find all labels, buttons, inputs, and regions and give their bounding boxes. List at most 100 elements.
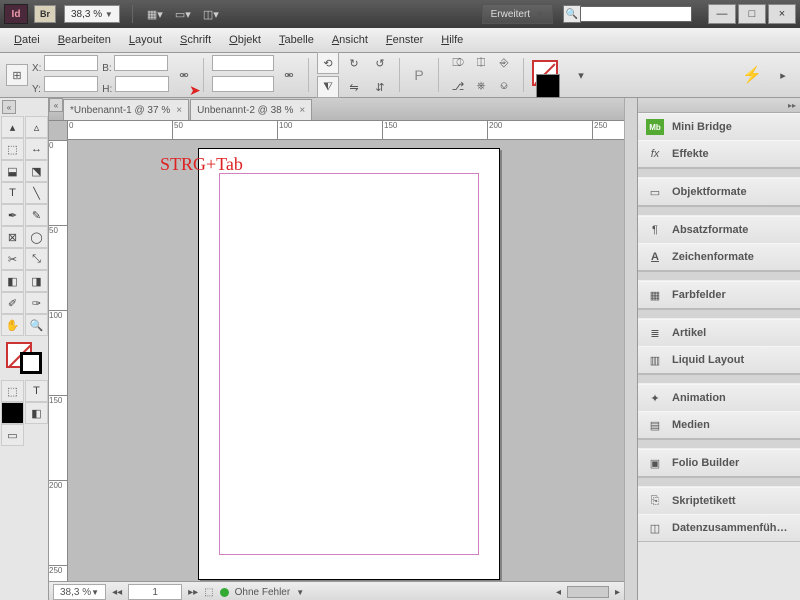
canvas[interactable]: STRG+Tab — [68, 140, 624, 581]
content-placer-tool[interactable]: ⬔ — [25, 160, 48, 182]
menu-hilfe[interactable]: Hilfe — [433, 31, 471, 49]
status-zoom[interactable]: 38,3 % ▼ — [53, 584, 106, 600]
ellipse-tool[interactable]: ◯ — [25, 226, 48, 248]
horizontal-ruler[interactable]: 0 50 100 150 200 250 — [67, 121, 624, 140]
doc-tab-2[interactable]: ➤Unbenannt-2 @ 38 %× — [190, 99, 312, 120]
flip-h-icon[interactable]: ⇋ — [343, 76, 365, 98]
rotate-input[interactable]: ⟲ — [317, 52, 339, 74]
formatting-container-icon[interactable]: ⬚ — [1, 380, 24, 402]
h-input[interactable] — [115, 76, 169, 92]
fill-stroke-swatch[interactable] — [4, 340, 44, 376]
vertical-ruler[interactable]: 0 50 100 150 200 250 — [49, 140, 68, 581]
panel-medien[interactable]: ▤Medien — [638, 411, 800, 438]
h-scrollbar[interactable] — [567, 586, 609, 598]
menu-bearbeiten[interactable]: Bearbeiten — [50, 31, 119, 49]
rotate-ccw-icon[interactable]: ↺ — [369, 52, 391, 74]
scale-x-input[interactable] — [212, 55, 274, 71]
bridge-badge[interactable]: Br — [34, 5, 56, 23]
panel-absatzformate[interactable]: ¶Absatzformate — [638, 216, 800, 243]
apply-gradient-icon[interactable]: ◧ — [25, 402, 48, 424]
type-tool[interactable]: T — [1, 182, 24, 204]
maximize-button[interactable]: □ — [738, 4, 766, 24]
scale-y-input[interactable] — [212, 76, 274, 92]
select-container-icon[interactable]: P — [408, 64, 430, 86]
x-input[interactable] — [44, 55, 98, 71]
open-spread-icon[interactable]: ⬚ — [204, 587, 213, 598]
page-next-icon[interactable]: ▸▸ — [188, 587, 198, 598]
toolbox-collapse-icon[interactable]: « — [2, 100, 16, 114]
swatch-chevron-icon[interactable]: ▾ — [570, 64, 592, 86]
dock-header[interactable]: ▸▸ — [638, 98, 800, 113]
rectangle-frame-tool[interactable]: ⊠ — [1, 226, 24, 248]
panel-liquid-layout[interactable]: ▥Liquid Layout — [638, 346, 800, 373]
quick-apply-icon[interactable]: ⚡ — [742, 65, 762, 85]
align-icon[interactable]: ⎄ — [447, 53, 469, 75]
dock-collapse-icon[interactable]: « — [49, 98, 63, 112]
shear-input[interactable]: ⧨ — [317, 76, 339, 98]
scroll-left-icon[interactable]: ◂ — [556, 587, 561, 598]
doc-tab-1[interactable]: *Unbenannt-1 @ 37 %× — [63, 99, 189, 120]
formatting-text-icon[interactable]: T — [25, 380, 48, 402]
panel-objektformate[interactable]: ▭Objektformate — [638, 178, 800, 205]
chevron-down-icon[interactable]: ▼ — [296, 588, 304, 597]
panel-artikel[interactable]: ≣Artikel — [638, 319, 800, 346]
gradient-swatch-tool[interactable]: ◧ — [1, 270, 24, 292]
content-collector-tool[interactable]: ⬓ — [1, 160, 24, 182]
arrange-docs-icon[interactable]: ◫▾ — [199, 5, 223, 23]
close-tab-icon[interactable]: × — [299, 105, 305, 116]
note-tool[interactable]: ✐ — [1, 292, 24, 314]
scissors-tool[interactable]: ✂ — [1, 248, 24, 270]
control-menu-icon[interactable]: ▸ — [772, 64, 794, 86]
page[interactable] — [198, 148, 500, 580]
menu-schrift[interactable]: Schrift — [172, 31, 219, 49]
distribute-icon[interactable]: ⎅ — [470, 53, 492, 75]
distribute2-icon[interactable]: ⎈ — [470, 76, 492, 98]
selection-tool[interactable]: ▴ — [1, 116, 24, 138]
minimize-button[interactable]: — — [708, 4, 736, 24]
eyedropper-tool[interactable]: ✑ — [25, 292, 48, 314]
gap-tool[interactable]: ↔ — [25, 138, 48, 160]
close-tab-icon[interactable]: × — [176, 105, 182, 116]
menu-fenster[interactable]: Fenster — [378, 31, 431, 49]
panel-animation[interactable]: ✦Animation — [638, 384, 800, 411]
search-input[interactable] — [580, 6, 692, 22]
line-tool[interactable]: ╲ — [25, 182, 48, 204]
menu-ansicht[interactable]: Ansicht — [324, 31, 376, 49]
pencil-tool[interactable]: ✎ — [25, 204, 48, 226]
panel-datenzusammen[interactable]: ◫Datenzusammenfüh… — [638, 514, 800, 541]
gradient-feather-tool[interactable]: ◨ — [25, 270, 48, 292]
panel-mini-bridge[interactable]: MbMini Bridge — [638, 113, 800, 140]
w-input[interactable] — [114, 55, 168, 71]
panel-zeichenformate[interactable]: AZeichenformate — [638, 243, 800, 270]
flip-v-icon[interactable]: ⇵ — [369, 76, 391, 98]
link-scale-icon[interactable]: ⚮ — [278, 64, 300, 86]
zoom-tool[interactable]: 🔍 — [25, 314, 48, 336]
scroll-right-icon[interactable]: ▸ — [615, 587, 620, 598]
direct-selection-tool[interactable]: ▵ — [25, 116, 48, 138]
normal-view-icon[interactable]: ▭ — [1, 424, 24, 446]
search-icon[interactable]: 🔍 — [563, 5, 581, 23]
panel-skriptetikett[interactable]: ⎘Skriptetikett — [638, 487, 800, 514]
pen-tool[interactable]: ✒ — [1, 204, 24, 226]
menu-layout[interactable]: Layout — [121, 31, 170, 49]
screen-mode-icon[interactable]: ▭▾ — [171, 5, 195, 23]
menu-datei[interactable]: Datei — [6, 31, 48, 49]
rotate-cw-icon[interactable]: ↻ — [343, 52, 365, 74]
collapsed-panel-strip[interactable] — [624, 98, 637, 600]
page-prev-icon[interactable]: ◂◂ — [112, 587, 122, 598]
preflight-status-icon[interactable] — [220, 588, 229, 597]
menu-tabelle[interactable]: Tabelle — [271, 31, 322, 49]
free-transform-tool[interactable]: ⤡ — [25, 248, 48, 270]
align-to-icon[interactable]: ⎆ — [493, 53, 515, 75]
apply-color-icon[interactable] — [1, 402, 24, 424]
menu-objekt[interactable]: Objekt — [221, 31, 269, 49]
panel-farbfelder[interactable]: ▦Farbfelder — [638, 281, 800, 308]
panel-effekte[interactable]: fxEffekte — [638, 140, 800, 167]
page-tool[interactable]: ⬚ — [1, 138, 24, 160]
status-page[interactable]: 1 — [128, 584, 182, 600]
workspace-switcher[interactable]: Erweitert▼ — [482, 4, 553, 24]
view-options-icon[interactable]: ▦▾ — [143, 5, 167, 23]
stroke-swatch[interactable] — [536, 74, 560, 98]
align3-icon[interactable]: ⎉ — [493, 76, 515, 98]
panel-folio-builder[interactable]: ▣Folio Builder — [638, 449, 800, 476]
